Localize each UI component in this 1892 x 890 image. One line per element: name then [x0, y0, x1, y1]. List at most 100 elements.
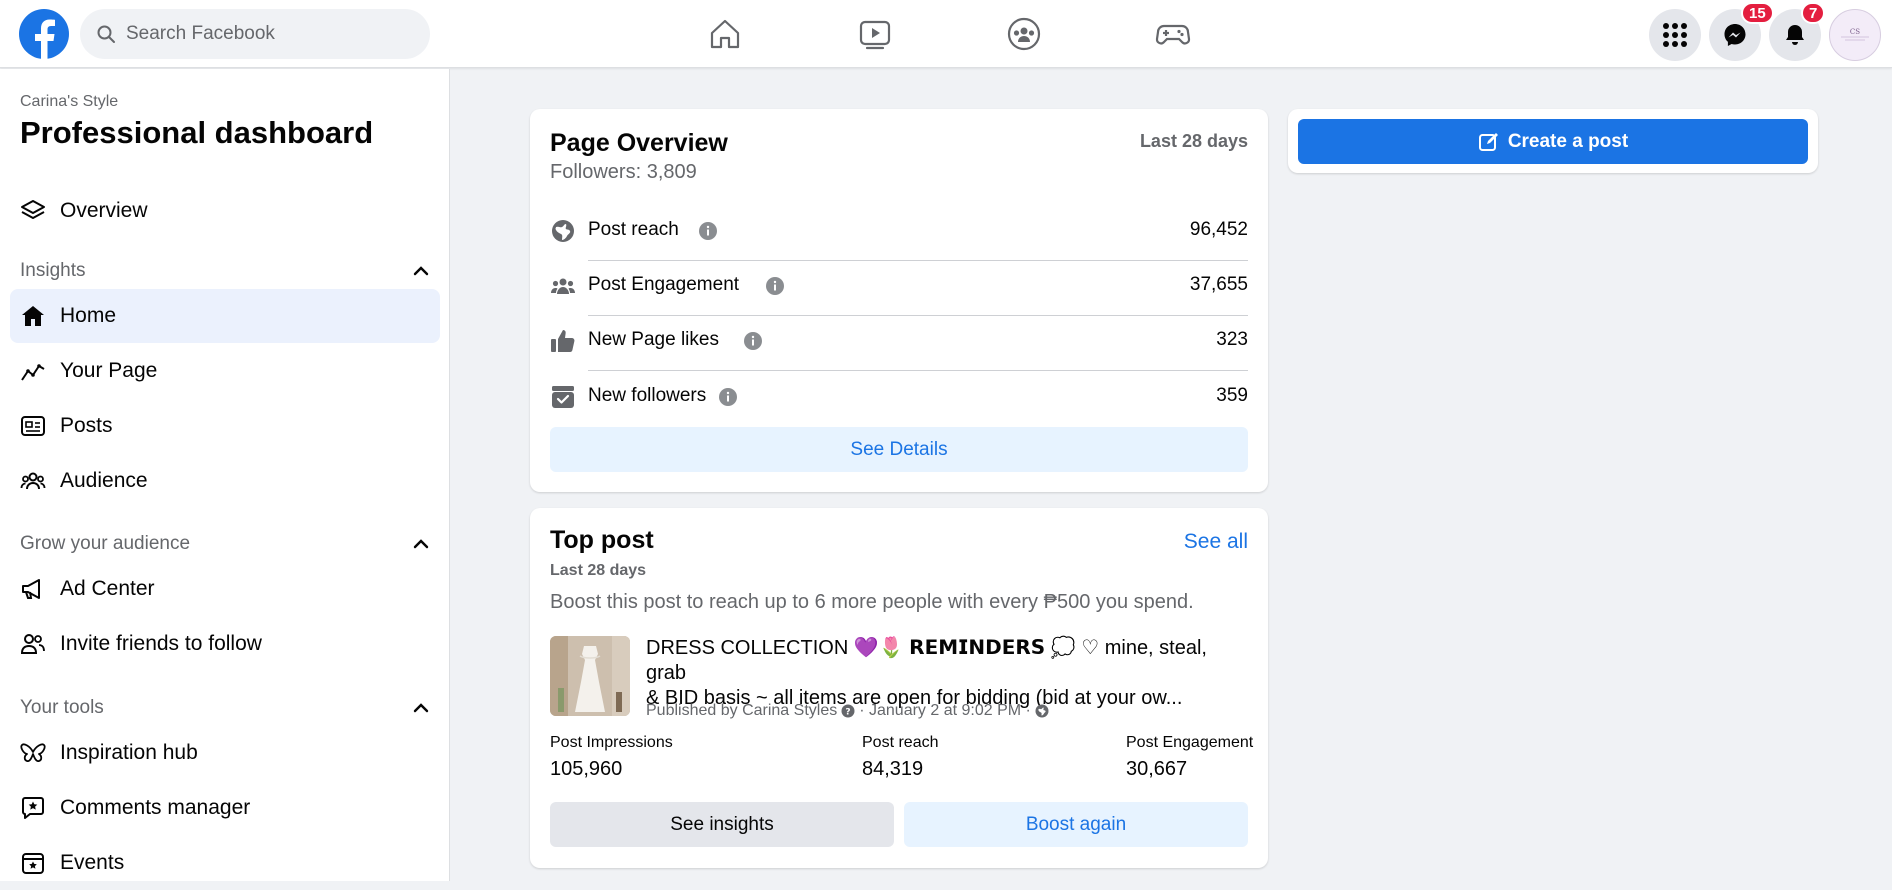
post-text-line-1: DRESS COLLECTION 💜🌷 𝗥𝗘𝗠𝗜𝗡𝗗𝗘𝗥𝗦 💭 ♡ mine, …	[646, 637, 1207, 684]
metric-value: 359	[1216, 385, 1248, 406]
sidebar-item-comments-manager[interactable]: Comments manager	[10, 781, 440, 835]
follower-box-icon	[552, 386, 574, 408]
stat-post-engagement: Post Engagement 30,667	[1126, 734, 1253, 781]
globe-icon	[552, 220, 574, 242]
invite-friends-icon	[20, 634, 45, 654]
top-post-range: Last 28 days	[550, 562, 647, 579]
stat-label: Post Engagement	[1126, 734, 1254, 751]
help-icon[interactable]: ?	[841, 704, 855, 718]
metric-value: 96,452	[1189, 219, 1248, 240]
sidebar-item-home[interactable]: Home	[10, 289, 440, 343]
sidebar-item-posts[interactable]: Posts	[10, 399, 440, 453]
thumbs-up-icon	[551, 330, 575, 352]
divider	[588, 370, 1248, 371]
post-meta: Published by Carina Styles ? · January 2…	[646, 702, 1053, 720]
info-icon[interactable]	[698, 221, 718, 241]
create-post-label: Create a post	[1507, 130, 1629, 152]
section-label: Grow your audience	[20, 533, 191, 554]
sidebar-item-invite-friends[interactable]: Invite friends to follow	[10, 617, 440, 671]
section-insights[interactable]: Insights	[20, 260, 430, 282]
page-title: Professional dashboard	[20, 115, 374, 150]
boost-again-button[interactable]: Boost again	[904, 802, 1248, 847]
info-icon[interactable]	[718, 387, 738, 407]
overview-range: Last 28 days	[1139, 131, 1248, 151]
published-date[interactable]: · January 2 at 9:02 PM ·	[859, 702, 1031, 720]
profile-avatar[interactable]: CS	[1829, 9, 1881, 61]
search-input[interactable]	[126, 23, 406, 45]
search-bar[interactable]	[80, 9, 430, 59]
layers-icon	[21, 200, 45, 219]
metric-value: 323	[1216, 329, 1248, 350]
messenger-icon	[1724, 24, 1746, 46]
metric-post-reach: Post reach 96,452	[550, 206, 1248, 261]
sidebar-item-label: Your Page	[60, 359, 158, 382]
create-post-button[interactable]: Create a post	[1298, 119, 1808, 164]
stat-post-impressions: Post Impressions 105,960	[550, 734, 673, 781]
stat-value: 84,319	[862, 758, 924, 780]
chevron-up-icon[interactable]	[412, 262, 430, 280]
sidebar-item-events[interactable]: Events	[10, 836, 440, 890]
metric-new-followers: New followers 359	[550, 372, 1248, 422]
chevron-up-icon[interactable]	[412, 535, 430, 553]
chevron-up-icon[interactable]	[412, 699, 430, 717]
sidebar-item-label: Events	[60, 851, 125, 874]
section-your-tools[interactable]: Your tools	[20, 697, 430, 719]
comment-star-icon	[22, 797, 44, 819]
info-icon[interactable]	[743, 331, 763, 351]
metric-label: New Page likes	[588, 329, 719, 350]
sidebar-item-inspiration-hub[interactable]: Inspiration hub	[10, 726, 440, 780]
sidebar-item-ad-center[interactable]: Ad Center	[10, 562, 440, 616]
stat-label: Post reach	[862, 734, 939, 751]
notifications-button[interactable]: 7	[1769, 2, 1826, 61]
gaming-controller-icon	[1155, 24, 1191, 45]
messenger-badge: 15	[1741, 2, 1774, 24]
sidebar-item-label: Comments manager	[60, 796, 251, 819]
post-text[interactable]: DRESS COLLECTION 💜🌷 𝗥𝗘𝗠𝗜𝗡𝗗𝗘𝗥𝗦 💭 ♡ mine, …	[646, 636, 1246, 711]
trend-line-icon	[21, 364, 45, 381]
sidebar-item-your-page[interactable]: Your Page	[10, 344, 440, 398]
stat-value: 30,667	[1126, 758, 1188, 780]
facebook-logo-icon[interactable]	[19, 9, 69, 59]
nav-video[interactable]	[855, 14, 895, 54]
nav-home[interactable]	[705, 14, 745, 54]
sidebar-item-label: Home	[60, 304, 117, 327]
page-overview-card: Page Overview Last 28 days Followers: 3,…	[530, 109, 1268, 492]
section-label: Insights	[20, 260, 86, 281]
dress-photo-icon	[550, 636, 630, 716]
svg-text:CS: CS	[1850, 28, 1860, 36]
info-icon[interactable]	[765, 276, 785, 296]
notifications-badge: 7	[1801, 2, 1826, 24]
metric-value: 37,655	[1189, 274, 1248, 295]
nav-groups[interactable]	[1004, 14, 1044, 54]
messenger-button[interactable]: 15	[1709, 2, 1774, 61]
see-all-link[interactable]: See all	[1184, 530, 1248, 554]
post-thumbnail[interactable]	[550, 636, 630, 716]
home-icon	[710, 19, 740, 49]
home-filled-icon	[22, 306, 44, 326]
create-post-card: Create a post	[1288, 109, 1818, 173]
metric-new-page-likes: New Page likes 323	[550, 316, 1248, 371]
sidebar-item-overview[interactable]: Overview	[10, 184, 440, 238]
menu-button[interactable]	[1649, 9, 1701, 61]
sidebar-item-label: Posts	[60, 414, 113, 437]
sidebar-item-audience[interactable]: Audience	[10, 454, 440, 508]
butterfly-icon	[20, 743, 46, 763]
video-icon	[859, 20, 891, 50]
sidebar: Carina's Style Professional dashboard Ov…	[0, 69, 450, 881]
section-grow-audience[interactable]: Grow your audience	[20, 533, 430, 555]
page-logo-icon: CS	[1841, 28, 1869, 41]
megaphone-icon	[22, 579, 40, 599]
see-insights-button[interactable]: See insights	[550, 802, 894, 847]
sidebar-item-label: Invite friends to follow	[60, 632, 262, 655]
search-icon	[97, 25, 115, 43]
people-icon	[551, 278, 575, 294]
svg-text:?: ?	[846, 708, 851, 718]
see-details-button[interactable]: See Details	[550, 427, 1248, 472]
groups-icon	[1007, 17, 1041, 51]
bell-icon	[1786, 25, 1804, 45]
sidebar-item-label: Ad Center	[60, 577, 155, 600]
metric-post-engagement: Post Engagement 37,655	[550, 261, 1248, 316]
page-name: Carina's Style	[20, 93, 119, 110]
nav-gaming[interactable]	[1153, 14, 1193, 54]
globe-icon	[1035, 704, 1049, 718]
